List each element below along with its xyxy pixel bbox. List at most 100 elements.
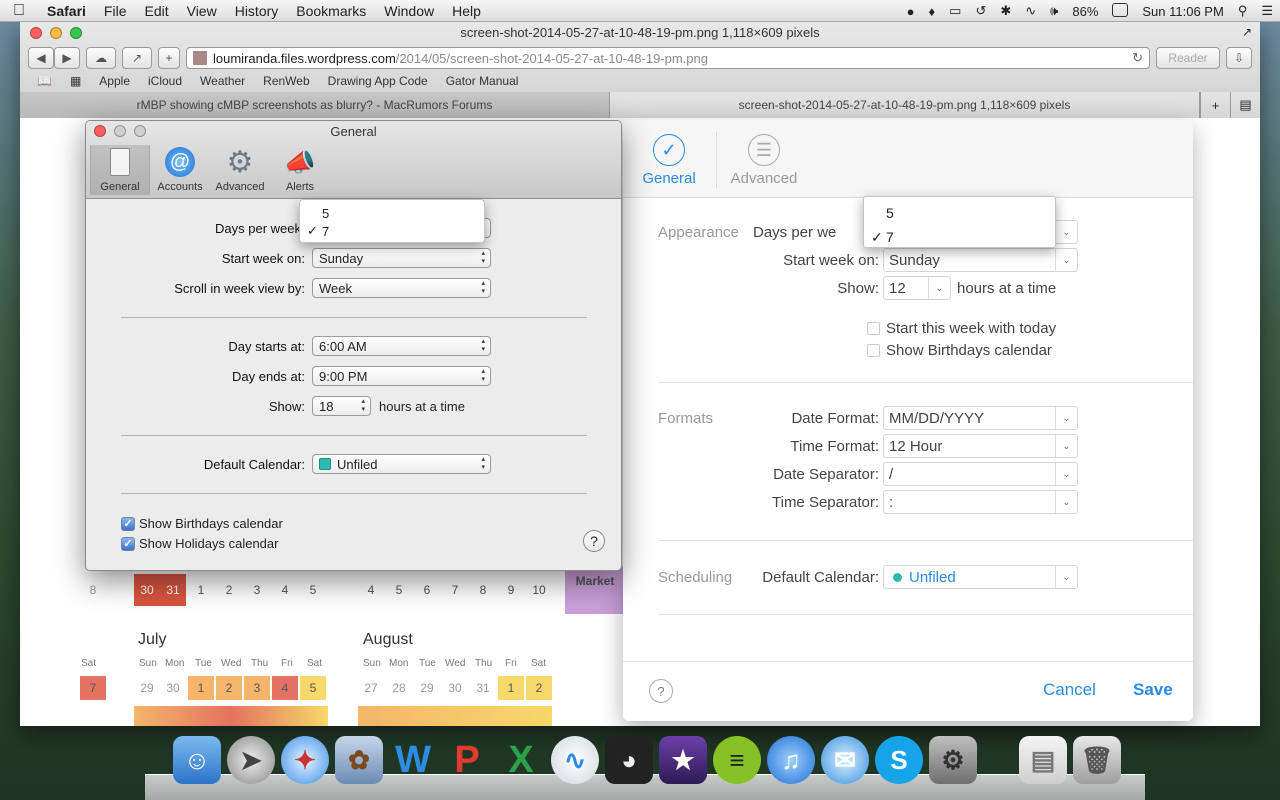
downloads-icon[interactable]: ⇩ [1226,47,1252,69]
evernote-icon[interactable]: ♦ [922,4,943,19]
bookmark-icloud[interactable]: iCloud [139,74,191,88]
reload-icon[interactable]: ↻ [1132,50,1143,66]
bookmark-apple[interactable]: Apple [90,74,139,88]
tab-screenshot[interactable]: screen-shot-2014-05-27-at-10-48-19-pm.pn… [610,92,1200,118]
trash-icon[interactable]: 🗑 [1073,736,1121,784]
skype-icon[interactable]: S [875,736,923,784]
document-stack-icon[interactable]: ▤ [1019,736,1067,784]
menu-bookmarks[interactable]: Bookmarks [287,3,375,19]
system-preferences-icon[interactable]: ⚙ [929,736,977,784]
show-hours-stepper[interactable]: 18 [312,396,371,416]
menu-file[interactable]: File [95,3,136,19]
reading-list-icon[interactable]: 📖 [28,74,61,88]
clock[interactable]: Sun 11:06 PM [1135,4,1230,19]
menu-option-7[interactable]: ✓ 7 [300,222,484,240]
time-format-select[interactable]: 12 Hour ⌄ [883,434,1078,458]
itunes-icon[interactable]: ♫ [767,736,815,784]
icloud-tabs-icon[interactable]: ☁ [86,47,116,69]
forward-button[interactable]: ▶ [54,47,80,69]
cancel-button[interactable]: Cancel [1043,680,1096,700]
chevron-down-icon: ⌄ [1055,491,1077,513]
menu-view[interactable]: View [178,3,226,19]
imovie-icon[interactable]: ★ [659,736,707,784]
bookmark-weather[interactable]: Weather [191,74,254,88]
terminal-icon[interactable]: ◕ [605,736,653,784]
battery-percent[interactable]: 86% [1065,4,1105,19]
address-bar[interactable]: loumiranda.files.wordpress.com/2014/05/s… [186,47,1150,69]
tab-general[interactable]: General [90,145,150,195]
apple-menu-icon[interactable]:  [0,2,38,20]
date-separator-select[interactable]: / ⌄ [883,462,1078,486]
battery-icon[interactable] [1105,2,1135,20]
messages-icon[interactable]: ✉ [821,736,869,784]
time-machine-icon[interactable]: ↺ [968,3,993,19]
bookmark-renweb[interactable]: RenWeb [254,74,318,88]
powerpoint-icon[interactable]: P [443,736,491,784]
cal-cell: 30 [134,574,160,606]
bookmark-drawing-app-code[interactable]: Drawing App Code [319,74,437,88]
bookmark-gator-manual[interactable]: Gator Manual [437,74,528,88]
menu-help[interactable]: Help [443,3,490,19]
share-icon[interactable]: ↗ [122,47,152,69]
tab-advanced-new[interactable]: ☰ Advanced [728,134,800,187]
airplay-icon[interactable]: ▭ [942,3,968,19]
default-calendar-select-new[interactable]: Unfiled ⌄ [883,565,1078,589]
tab-accounts[interactable]: @ Accounts [150,145,210,195]
finder-icon[interactable]: ☺ [173,736,221,784]
tab-overview-icon[interactable]: ▤ [1230,92,1260,118]
launchpad-icon[interactable]: ➤ [227,736,275,784]
separator [121,435,587,436]
menu-option-5-new[interactable]: 5 [864,201,1055,225]
day-ends-popup[interactable]: 9:00 PM [312,366,491,386]
notification-center-icon[interactable]: ☰ [1254,3,1280,19]
holidays-checkbox[interactable]: ✓ Show Holidays calendar [121,536,278,551]
mail-icon[interactable]: ✿ [335,736,383,784]
show-hours-select-new[interactable]: 12 ⌄ [883,276,951,300]
scroll-week-popup[interactable]: Week [312,278,491,298]
volume-icon[interactable]: 🕪 [1043,3,1065,19]
birthdays-checkbox-new[interactable]: Show Birthdays calendar [867,342,1052,359]
excel-icon[interactable]: X [497,736,545,784]
safari-icon[interactable]: ✦ [281,736,329,784]
skype-status-icon[interactable]: ● [900,4,922,19]
help-button[interactable]: ? [583,530,605,552]
window-title: screen-shot-2014-05-27-at-10-48-19-pm.pn… [460,25,820,40]
menu-history[interactable]: History [226,3,288,19]
tab-general-new[interactable]: ✓ General [633,134,705,187]
menu-option-7-new[interactable]: ✓ 7 [864,225,1055,249]
save-button[interactable]: Save [1133,680,1173,700]
start-today-checkbox[interactable]: Start this week with today [867,320,1056,337]
top-sites-icon[interactable]: ▦ [61,74,90,88]
back-button[interactable]: ◀ [28,47,54,69]
spotlight-icon[interactable]: ⚲ [1231,3,1255,19]
wifi-icon[interactable]: ∿ [1018,3,1043,19]
checkbox-empty-icon [867,322,880,335]
start-week-select-new[interactable]: Sunday ⌄ [883,248,1078,272]
tab-advanced[interactable]: ⚙ Advanced [210,145,270,195]
birthdays-checkbox[interactable]: ✓ Show Birthdays calendar [121,516,283,531]
menu-window[interactable]: Window [375,3,443,19]
new-tab-button[interactable]: + [1200,92,1230,118]
fullscreen-icon[interactable]: ↗ [1242,25,1252,39]
tab-alerts[interactable]: 📣 Alerts [270,145,330,195]
default-calendar-popup[interactable]: Unfiled [312,454,491,474]
start-week-popup[interactable]: Sunday [312,248,491,268]
tab-macrumors[interactable]: rMBP showing cMBP screenshots as blurry?… [20,92,610,118]
cal-cell: 27 [364,681,378,695]
day-starts-popup[interactable]: 6:00 AM [312,336,491,356]
reader-button[interactable]: Reader [1156,47,1220,69]
wifi-diagnostics-icon[interactable]: ∿ [551,736,599,784]
help-button-new[interactable]: ? [649,679,673,703]
app-menu[interactable]: Safari [38,3,95,19]
date-format-select[interactable]: MM/DD/YYYY ⌄ [883,406,1078,430]
spotify-icon[interactable]: ≡ [713,736,761,784]
time-separator-select[interactable]: : ⌄ [883,490,1078,514]
dock: ☺ ➤ ✦ ✿ W P X ∿ ◕ ★ ≡ ♫ ✉ S ⚙ ▤ 🗑 [145,736,1145,800]
menu-option-5[interactable]: 5 [300,204,484,222]
cal-cell: 3 [244,676,270,700]
menu-edit[interactable]: Edit [135,3,177,19]
separator [658,540,1193,541]
word-icon[interactable]: W [389,736,437,784]
bluetooth-icon[interactable]: ✱ [993,3,1018,19]
add-bookmark-icon[interactable]: + [158,47,180,69]
